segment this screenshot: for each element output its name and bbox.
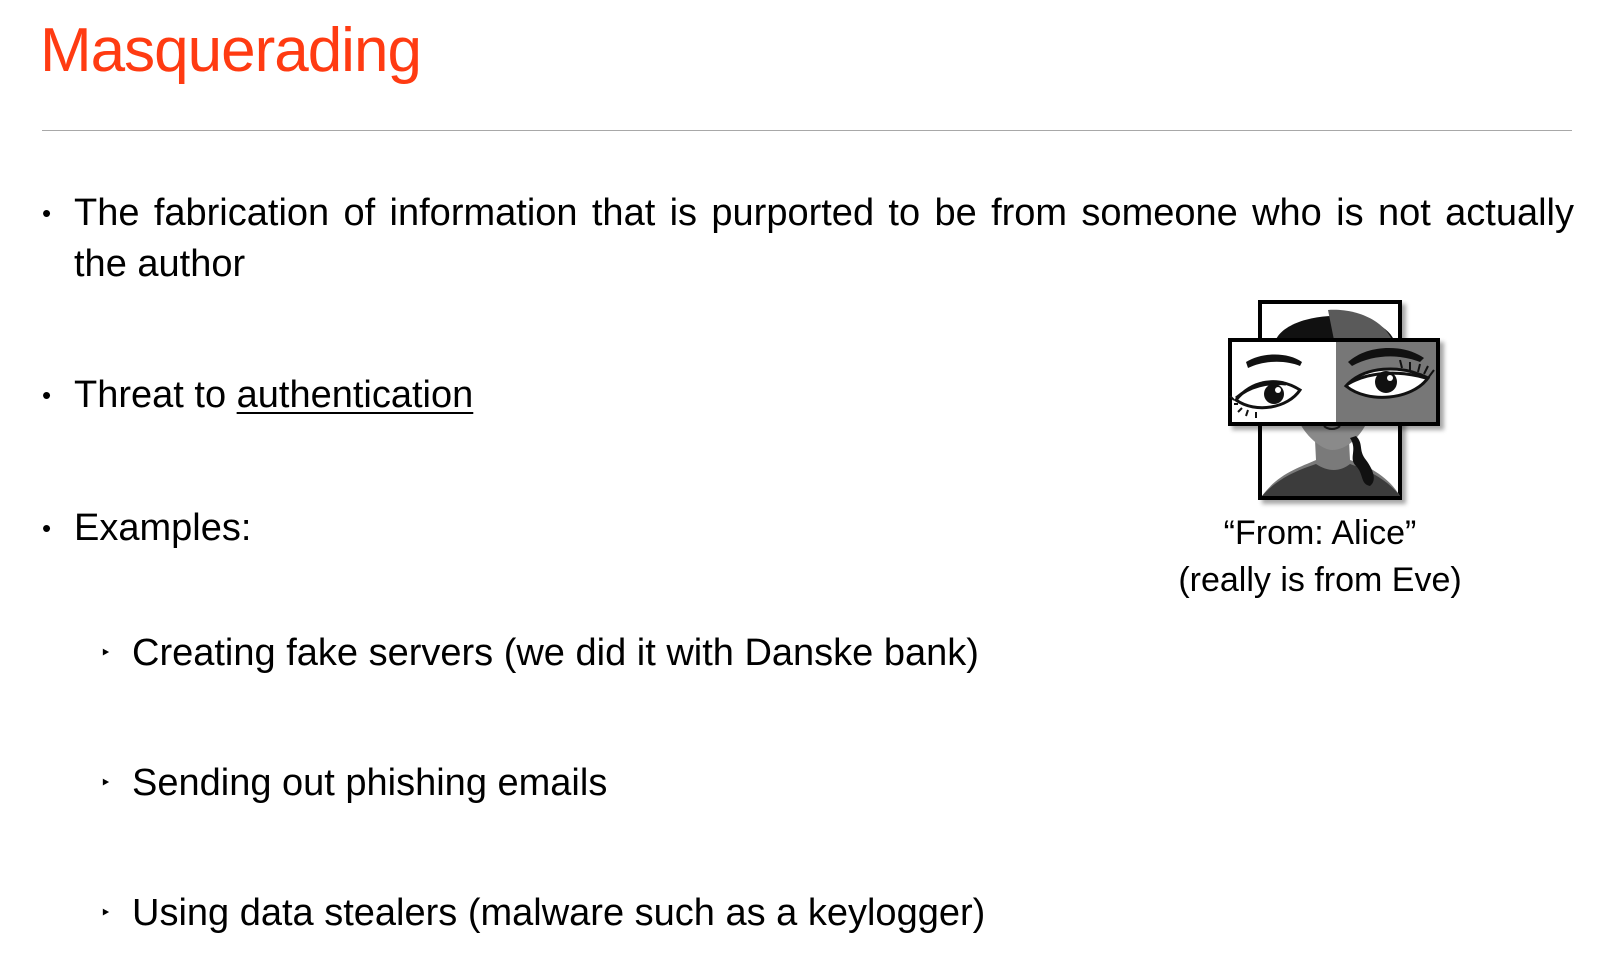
sub-bullet-phishing: ‣ Sending out phishing emails bbox=[100, 758, 608, 809]
caption-really-eve: (really is from Eve) bbox=[1178, 561, 1462, 599]
bullet-definition: • The fabrication of information that is… bbox=[42, 188, 1574, 290]
sub-bullet-data-stealers: ‣ Using data stealers (malware such as a… bbox=[100, 888, 986, 939]
masked-face-icon bbox=[1228, 300, 1440, 500]
sub-bullet-text: Using data stealers (malware such as a k… bbox=[132, 892, 986, 934]
sub-bullet-text: Creating fake servers (we did it with Da… bbox=[132, 632, 979, 674]
bullet-marker: • bbox=[42, 513, 52, 543]
bullet-threat-prefix: Threat to bbox=[74, 374, 237, 416]
caption-from-alice: “From: Alice” bbox=[1223, 514, 1417, 552]
bullet-marker: • bbox=[42, 198, 52, 228]
sub-bullet-marker: ‣ bbox=[100, 903, 112, 924]
bullet-marker: • bbox=[42, 380, 52, 410]
bullet-threat: • Threat to authentication bbox=[42, 370, 474, 421]
figure-caption: “From: Alice” (really is from Eve) bbox=[1150, 510, 1490, 604]
sub-bullet-fake-servers: ‣ Creating fake servers (we did it with … bbox=[100, 628, 979, 679]
title-divider bbox=[42, 130, 1572, 131]
authentication-link[interactable]: authentication bbox=[237, 374, 474, 416]
bullet-examples-text: Examples: bbox=[74, 507, 252, 549]
sub-bullet-marker: ‣ bbox=[100, 773, 112, 794]
bullet-definition-text: The fabrication of information that is p… bbox=[74, 192, 1574, 285]
bullet-examples: • Examples: bbox=[42, 503, 252, 554]
sub-bullet-text: Sending out phishing emails bbox=[132, 762, 608, 804]
slide-title: Masquerading bbox=[40, 16, 422, 85]
sub-bullet-marker: ‣ bbox=[100, 643, 112, 664]
